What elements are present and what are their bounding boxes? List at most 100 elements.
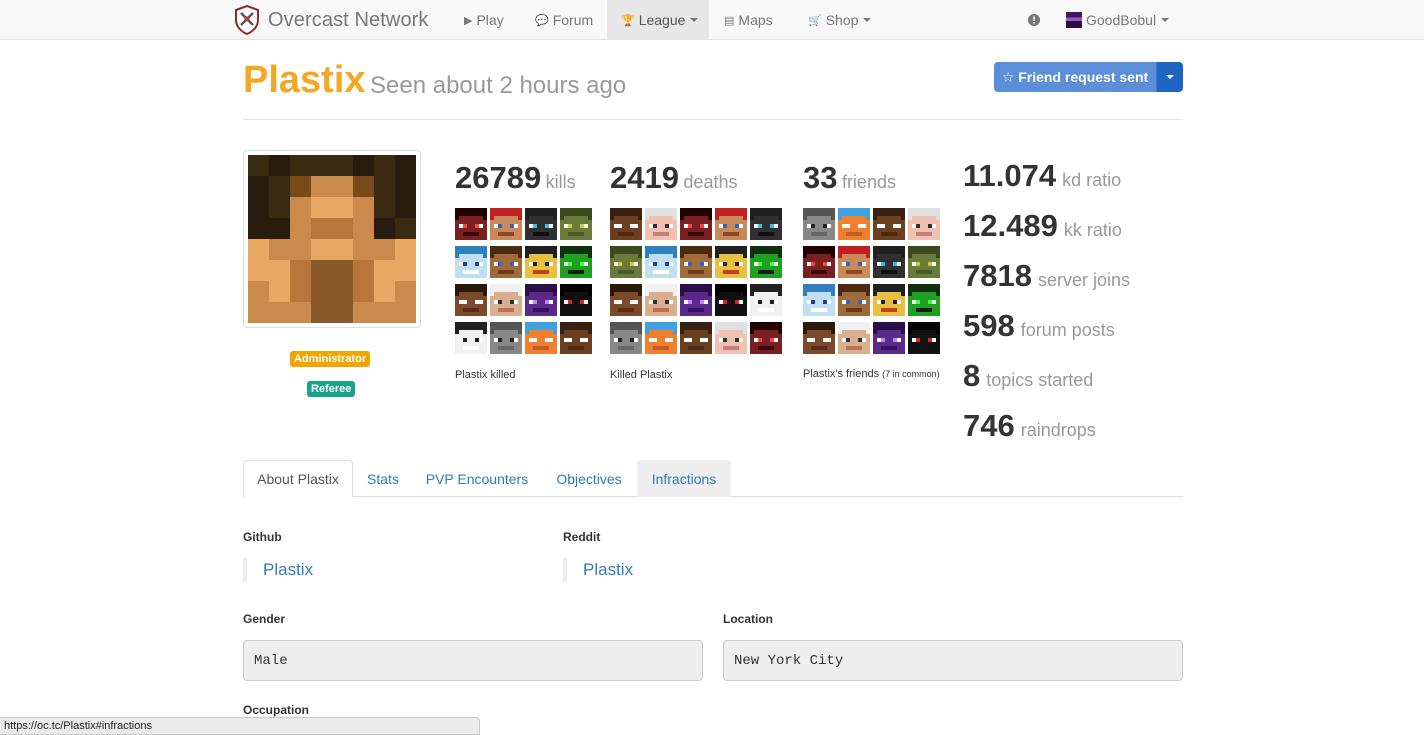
play-icon: ▶ <box>464 14 473 27</box>
github-link[interactable]: Plastix <box>243 558 313 582</box>
tab-stats[interactable]: Stats <box>357 460 409 497</box>
player-head-icon[interactable] <box>838 208 870 240</box>
nav-forum[interactable]: 💬 Forum <box>521 0 607 40</box>
location-label: Location <box>723 612 773 626</box>
player-head-icon[interactable] <box>908 208 940 240</box>
stat-value: 598 <box>963 308 1015 343</box>
user-avatar <box>1066 12 1082 28</box>
player-head-icon[interactable] <box>715 208 747 240</box>
player-head-icon[interactable] <box>750 284 782 316</box>
player-head-icon[interactable] <box>645 322 677 354</box>
player-head-icon[interactable] <box>525 208 557 240</box>
player-head-icon[interactable] <box>680 322 712 354</box>
nav-league-label: League <box>638 12 686 28</box>
player-head-icon[interactable] <box>560 246 592 278</box>
killers-grid <box>610 208 782 354</box>
player-head-icon[interactable] <box>715 246 747 278</box>
friend-request-button[interactable]: ☆ Friend request sent <box>994 62 1157 92</box>
gender-field: Male <box>243 640 703 681</box>
player-head-icon[interactable] <box>873 322 905 354</box>
player-head-icon[interactable] <box>455 284 487 316</box>
player-head-icon[interactable] <box>560 208 592 240</box>
player-head-icon[interactable] <box>680 284 712 316</box>
stat-kd-ratio: 11.074 kd ratio <box>963 158 1130 208</box>
occupation-label: Occupation <box>243 703 310 717</box>
last-seen: Seen about 2 hours ago <box>370 72 627 99</box>
friend-dropdown-toggle[interactable] <box>1157 62 1183 92</box>
nav-play[interactable]: ▶ Play <box>450 0 518 40</box>
nav-shop[interactable]: 🛒 Shop <box>794 0 885 40</box>
player-head-icon[interactable] <box>610 322 642 354</box>
player-head-icon[interactable] <box>680 246 712 278</box>
reddit-link[interactable]: Plastix <box>563 558 633 582</box>
chevron-down-icon <box>863 18 872 22</box>
player-head-icon[interactable] <box>680 208 712 240</box>
tab-infractions[interactable]: Infractions <box>637 460 731 497</box>
player-head-icon[interactable] <box>610 284 642 316</box>
player-head-icon[interactable] <box>908 246 940 278</box>
player-head-icon[interactable] <box>838 284 870 316</box>
alerts-button[interactable] <box>1014 0 1054 40</box>
player-head-icon[interactable] <box>838 246 870 278</box>
tab-objectives[interactable]: Objectives <box>545 460 633 497</box>
tab-about[interactable]: About Plastix <box>243 460 353 498</box>
chevron-down-icon <box>690 18 699 22</box>
player-head-icon[interactable] <box>645 284 677 316</box>
user-menu[interactable]: GoodBobul <box>1052 0 1183 40</box>
player-head-icon[interactable] <box>525 246 557 278</box>
player-head-icon[interactable] <box>715 284 747 316</box>
nav-play-label: Play <box>476 12 504 28</box>
stat-value: 12.489 <box>963 208 1058 243</box>
player-head-icon[interactable] <box>645 208 677 240</box>
player-head-icon[interactable] <box>838 322 870 354</box>
player-head-icon[interactable] <box>490 322 522 354</box>
stat-label: forum posts <box>1020 320 1115 340</box>
player-head-icon[interactable] <box>715 322 747 354</box>
player-head-icon[interactable] <box>803 322 835 354</box>
player-head-icon[interactable] <box>873 284 905 316</box>
player-head-icon[interactable] <box>490 208 522 240</box>
player-head-icon[interactable] <box>560 284 592 316</box>
player-head-icon[interactable] <box>873 208 905 240</box>
player-head-icon[interactable] <box>803 284 835 316</box>
player-head-icon[interactable] <box>873 246 905 278</box>
nav-maps[interactable]: ▤ Maps <box>710 0 787 40</box>
shield-logo-icon <box>235 5 259 35</box>
player-head-icon[interactable] <box>750 208 782 240</box>
brand-link[interactable]: Overcast Network <box>234 0 429 40</box>
player-head-icon[interactable] <box>610 208 642 240</box>
player-head-icon[interactable] <box>803 246 835 278</box>
player-head-icon[interactable] <box>455 322 487 354</box>
player-head-icon[interactable] <box>455 246 487 278</box>
player-head-icon[interactable] <box>525 322 557 354</box>
chevron-down-icon <box>1161 18 1170 22</box>
player-head-icon[interactable] <box>908 284 940 316</box>
stat-label: kd ratio <box>1062 170 1122 190</box>
player-head-icon[interactable] <box>908 322 940 354</box>
nav-league[interactable]: 🏆 League <box>607 0 709 40</box>
player-head-icon[interactable] <box>560 322 592 354</box>
stat-label: server joins <box>1037 270 1130 290</box>
player-head-icon[interactable] <box>803 208 835 240</box>
kills-column: 26789 kills Plastix killed <box>455 160 592 386</box>
player-head-icon[interactable] <box>490 246 522 278</box>
player-head-icon[interactable] <box>455 208 487 240</box>
top-navbar: Overcast Network ▶ Play 💬 Forum 🏆 League ▤ M… <box>0 0 1424 40</box>
player-head-icon[interactable] <box>525 284 557 316</box>
kills-count: 26789 <box>455 160 542 195</box>
browser-status-url: https://oc.tc/Plastix#infractions <box>0 717 480 735</box>
tab-pvp-encounters[interactable]: PVP Encounters <box>415 460 539 497</box>
player-head-icon[interactable] <box>610 246 642 278</box>
role-badge-administrator: Administrator <box>290 351 371 367</box>
deaths-label: deaths <box>683 172 738 192</box>
player-head-icon[interactable] <box>750 246 782 278</box>
stat-label: raindrops <box>1020 420 1096 440</box>
stat-forum-posts: 598 forum posts <box>963 308 1130 358</box>
player-head-icon[interactable] <box>490 284 522 316</box>
friends-common-count: (7 in common) <box>882 369 940 379</box>
chevron-down-icon <box>1166 75 1174 79</box>
stat-label: topics started <box>986 370 1094 390</box>
player-head-icon[interactable] <box>645 246 677 278</box>
player-head-icon[interactable] <box>750 322 782 354</box>
brand-text: Overcast Network <box>268 8 429 31</box>
